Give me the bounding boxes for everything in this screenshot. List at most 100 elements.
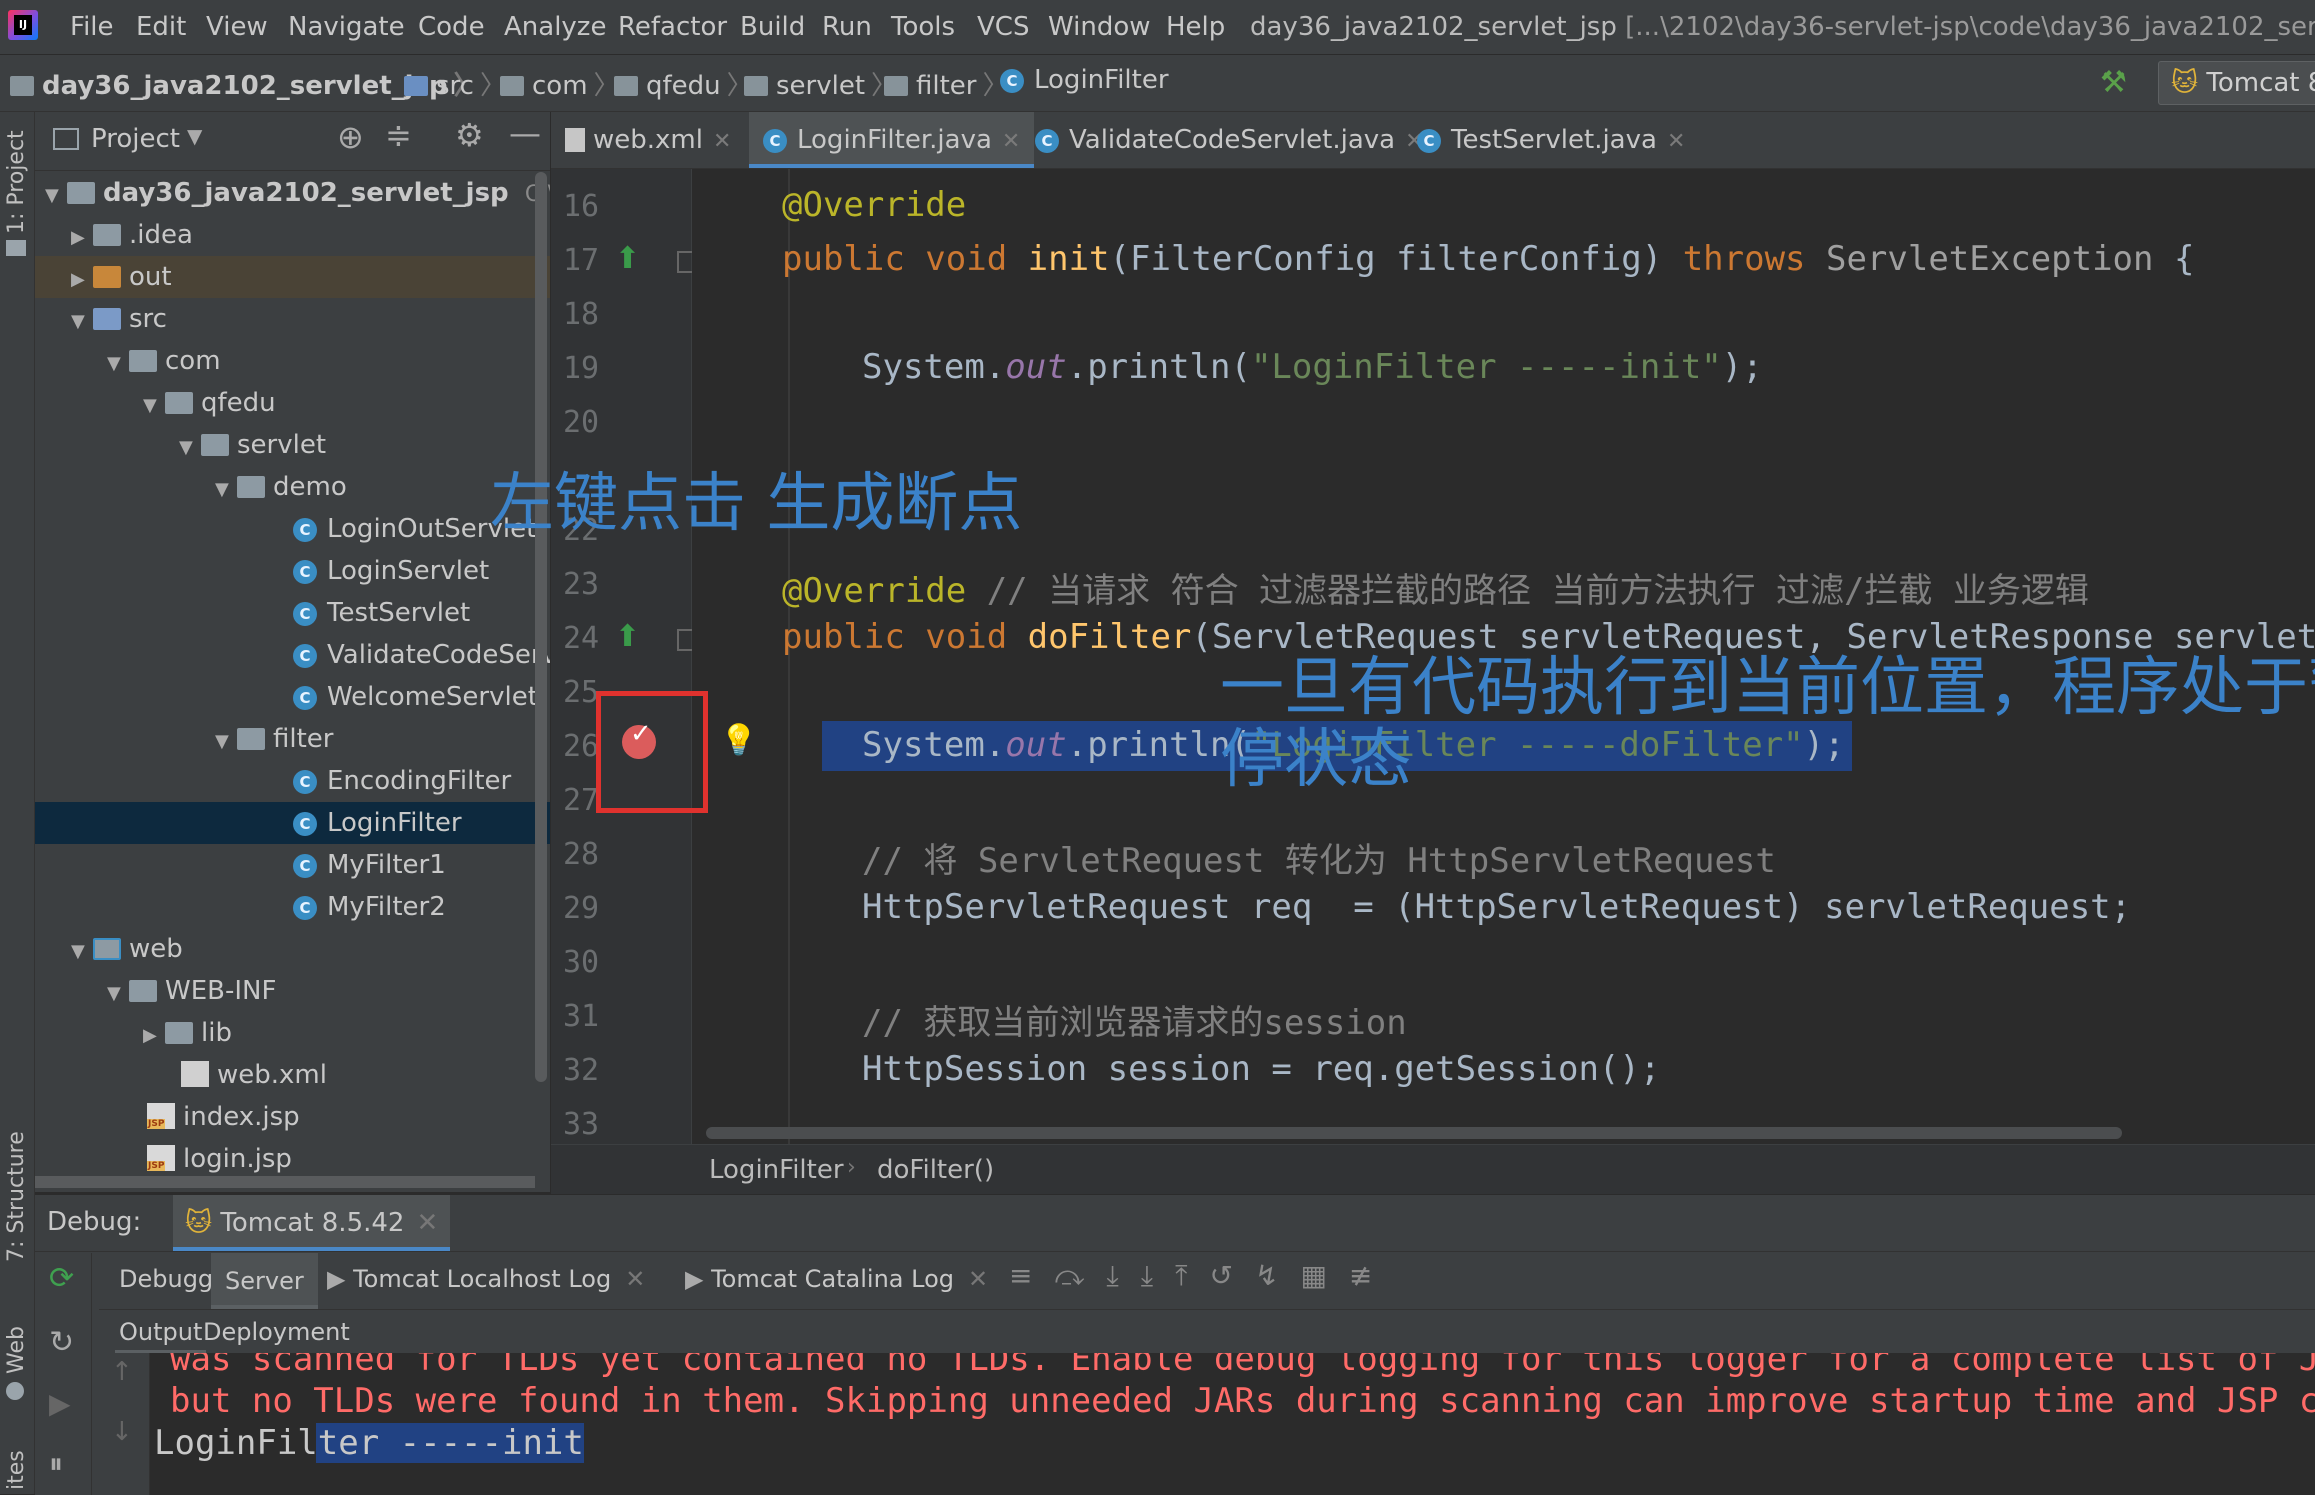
code-crumb-method[interactable]: doFilter() [877,1155,994,1185]
override-marker-icon[interactable]: ⬆ [615,619,640,654]
tree-item-qfedu[interactable]: ▼ qfedu [35,382,550,424]
menu-vcs[interactable]: VCS [977,12,1029,42]
tree-item-web[interactable]: ▼ web [35,928,550,970]
minimize-icon[interactable]: — [509,114,541,152]
tree-item-web-inf[interactable]: ▼ WEB-INF [35,970,550,1012]
tree-item-validatecodeservlet[interactable]: C ValidateCodeServle [35,634,550,676]
scroll-up-icon[interactable]: ↑ [111,1357,133,1387]
subtab-output[interactable]: Output [115,1311,207,1353]
nav-crumb-servlet[interactable]: servlet〉 [744,65,903,102]
tree-item-out[interactable]: ▶ out [35,256,550,298]
tree-item-myfilter2[interactable]: C MyFilter2 [35,886,550,928]
tree-item-filter[interactable]: ▼ filter [35,718,550,760]
nav-crumb-com[interactable]: com 〉 [500,65,626,102]
tree-item-label: com [165,346,221,376]
tree-item-label: WelcomeServlet [327,682,538,712]
resume-icon[interactable]: ▶ [49,1387,71,1420]
project-scrollbar[interactable] [535,172,547,1082]
gear-icon[interactable]: ⚙ [455,116,484,154]
tree-item-web-xml[interactable]: web.xml [35,1054,550,1096]
console-output[interactable]: was scanned for TLDs yet contained no TL… [150,1353,2315,1495]
tree-item-label: day36_java2102_servlet_jsp [103,178,509,208]
menu-refactor[interactable]: Refactor [618,12,727,42]
project-view-title[interactable]: Project [91,124,180,154]
favorites-tool-tab[interactable]: ites [4,1450,29,1490]
lightbulb-icon[interactable]: 💡 [720,723,757,758]
tree-item-encodingfilter[interactable]: C EncodingFilter [35,760,550,802]
menu-run[interactable]: Run [822,12,872,42]
menu-navigate[interactable]: Navigate [288,12,405,42]
tree-item-com[interactable]: ▼ com [35,340,550,382]
menu-code[interactable]: Code [418,12,485,42]
tab-validatecodeservlet-java[interactable]: C ValidateCodeServlet.java ✕ [1021,112,1438,168]
tree-item-lib[interactable]: ▶ lib [35,1012,550,1054]
restart-icon[interactable]: ↻ [49,1325,74,1360]
menu-window[interactable]: Window [1048,12,1151,42]
menu-build[interactable]: Build [740,12,805,42]
locate-target-icon[interactable]: ⊕ [337,118,364,156]
editor-horizontal-scrollbar[interactable] [706,1127,2122,1139]
menu-tools[interactable]: Tools [891,12,955,42]
nav-crumb-src[interactable]: src 〉 [404,65,512,102]
override-marker-icon[interactable]: ⬆ [615,241,640,276]
rerun-icon[interactable]: ⟳ [49,1261,74,1296]
tab-web-xml[interactable]: web.xml ✕ [551,112,745,168]
nav-crumb-qfedu[interactable]: qfedu 〉 [614,65,759,102]
menu-view[interactable]: View [206,12,268,42]
chevron-down-icon[interactable]: ▼ [187,124,202,148]
tab-loginfilter-java[interactable]: C LoginFilter.java ✕ [749,112,1035,168]
tree-item-index-jsp[interactable]: JSP index.jsp [35,1096,550,1138]
menu-help[interactable]: Help [1166,12,1225,42]
close-icon[interactable]: ✕ [1002,129,1020,154]
close-icon[interactable]: ✕ [416,1208,438,1238]
tree-item-loginservlet[interactable]: C LoginServlet [35,550,550,592]
close-icon[interactable]: ✕ [713,129,731,154]
tab-testservlet-java[interactable]: C TestServlet.java ✕ [1403,112,1699,168]
run-configuration-selector[interactable]: 🐱 Tomcat 8 [2158,61,2315,105]
tree-item-testservlet[interactable]: C TestServlet [35,592,550,634]
line-number: 24 [563,621,600,656]
tree-item-loginoutservlet[interactable]: C LoginOutServlet [35,508,550,550]
tab-tomcat-catalina-log[interactable]: ▶ Tomcat Catalina Log ✕ [685,1265,988,1293]
build-hammer-icon[interactable]: ⚒ [2100,65,2127,100]
menu-file[interactable]: File [70,12,114,42]
class-icon: C [293,601,317,626]
line-number: 17 [563,243,600,278]
collapse-all-icon[interactable]: ≑ [385,116,412,154]
code-line-29: HttpServletRequest req = (HttpServletReq… [862,887,2132,927]
close-icon[interactable]: ✕ [968,1265,988,1293]
close-icon[interactable]: ✕ [1667,129,1685,154]
tree-item-login-jsp[interactable]: JSP login.jsp [35,1138,550,1180]
tree-item-idea[interactable]: ▶ .idea [35,214,550,256]
tree-item-loginfilter[interactable]: C LoginFilter [35,802,550,844]
menu-edit[interactable]: Edit [136,12,186,42]
tree-item-myfilter1[interactable]: C MyFilter1 [35,844,550,886]
tree-item-project-root[interactable]: ▼day36_java2102_servlet_jsp C:\Users [35,172,550,214]
nav-crumb-loginfilter[interactable]: C LoginFilter [1000,65,1169,95]
tree-item-welcomeservlet[interactable]: C WelcomeServlet [35,676,550,718]
debug-step-toolbar[interactable]: ≡⤼⤓⤓⤒↺↯▦≢ [1009,1259,1394,1293]
editor-gutter[interactable]: 16 17 18 19 20 22 23 24 25 26 27 28 29 3… [551,169,695,1144]
code-crumb-class[interactable]: LoginFilter [709,1155,844,1185]
project-horizontal-scrollbar[interactable] [35,1176,535,1188]
web-tool-tab[interactable]: Web [4,1326,29,1374]
breakpoint-icon[interactable] [622,719,656,759]
subtab-deployment[interactable]: Deployment [203,1311,350,1353]
code-line-31: // 获取当前浏览器请求的session [862,1003,1407,1043]
window-title: day36_java2102_servlet_jsp [...\2102\day… [1250,12,2315,42]
line-number: 29 [563,891,600,926]
menu-analyze[interactable]: Analyze [504,12,606,42]
debug-session-tab[interactable]: 🐱 Tomcat 8.5.42 ✕ [173,1195,451,1251]
tree-item-src[interactable]: ▼ src [35,298,550,340]
tree-item-demo[interactable]: ▼ demo [35,466,550,508]
scroll-down-icon[interactable]: ↓ [111,1417,133,1447]
tree-item-servlet[interactable]: ▼ servlet [35,424,550,466]
structure-tool-tab[interactable]: 7: Structure [4,1131,29,1262]
project-tool-tab[interactable]: 1: Project [4,130,29,234]
tab-server[interactable]: Server [211,1253,318,1309]
nav-crumb-filter[interactable]: filter 〉 [884,65,1015,102]
tab-tomcat-localhost-log[interactable]: ▶ Tomcat Localhost Log ✕ [327,1265,645,1293]
close-icon[interactable]: ✕ [625,1265,645,1293]
pause-icon[interactable]: ⏸ [49,1447,63,1481]
jsp-file-icon: JSP [147,1145,175,1171]
